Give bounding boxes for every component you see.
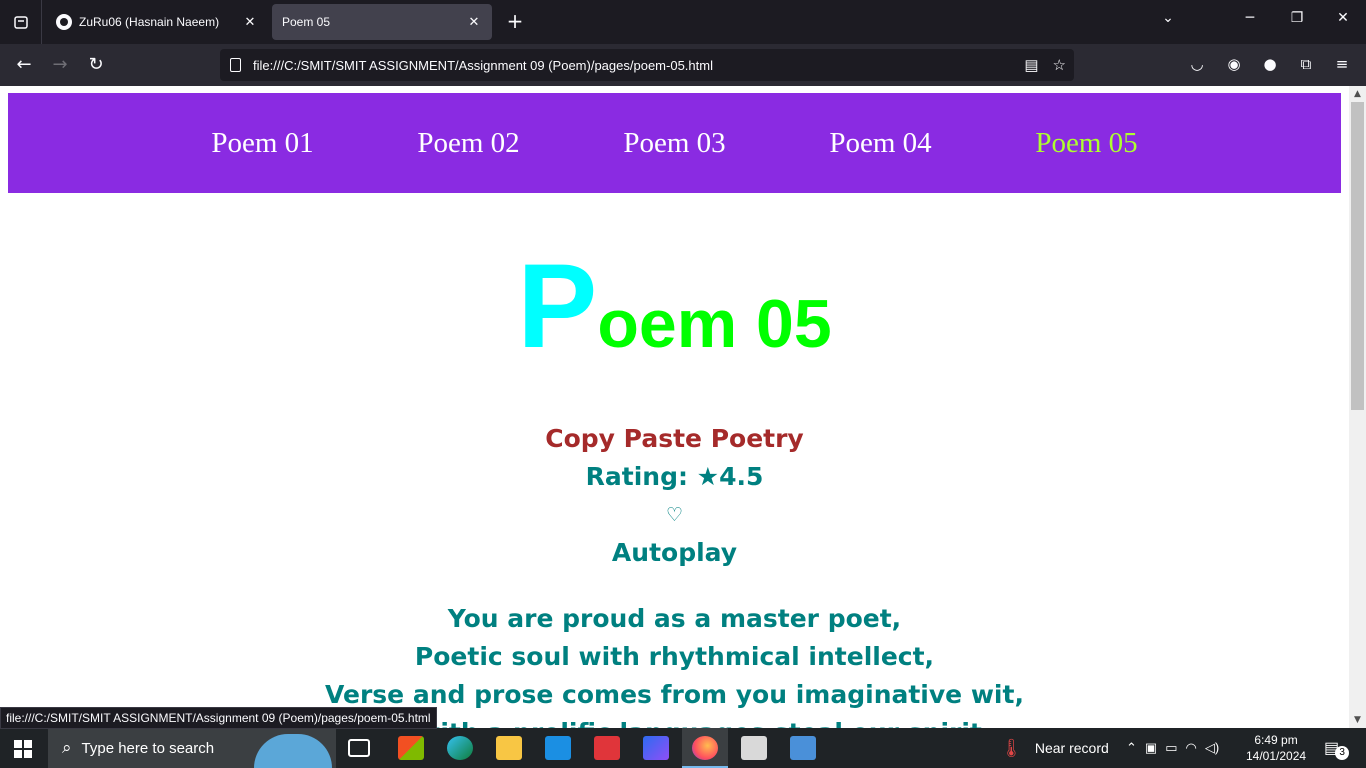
edge-icon[interactable] (447, 736, 473, 760)
gift-icon[interactable] (594, 736, 620, 760)
list-all-tabs-icon (13, 16, 28, 29)
search-highlight-image (254, 734, 332, 768)
windows-taskbar: ⌕ Type here to search 🌡 Near record ⌃ ▣ … (0, 728, 1366, 768)
clock-date: 14/01/2024 (1246, 749, 1307, 763)
url-text: file:///C:/SMIT/SMIT ASSIGNMENT/Assignme… (253, 57, 713, 73)
site-nav: Poem 01 Poem 02 Poem 03 Poem 04 Poem 05 (8, 93, 1341, 193)
page-title-rest: oem 05 (597, 286, 832, 362)
extensions-puzzle-icon[interactable]: ⧉ (1296, 55, 1316, 73)
close-window-button[interactable]: ✕ (1333, 10, 1353, 26)
thermometer-icon: 🌡 (1000, 737, 1023, 758)
page-title: Poem 05 (0, 246, 1349, 366)
poem-line: You are proud as a master poet, (447, 604, 902, 633)
taskbar-clock[interactable]: 6:49 pm 14/01/2024 (1246, 732, 1306, 764)
pocket-icon[interactable]: ◡ (1187, 55, 1207, 73)
microsoft-store-icon[interactable] (398, 736, 424, 760)
taskbar-search-box[interactable]: ⌕ Type here to search (48, 728, 336, 768)
page-icon (230, 58, 241, 72)
nav-link-poem-01[interactable]: Poem 01 (160, 127, 366, 160)
chevron-down-icon[interactable]: ⌄ (1158, 10, 1178, 26)
account-icon[interactable]: ◉ (1224, 55, 1244, 73)
reader-view-icon[interactable]: ▤ (1024, 56, 1038, 74)
autoplay-label[interactable]: Autoplay (0, 538, 1349, 567)
reload-button[interactable]: ↻ (84, 53, 108, 77)
copilot-icon[interactable] (643, 736, 669, 760)
weather-widget[interactable]: 🌡 Near record (1000, 728, 1109, 768)
scroll-up-arrow[interactable]: ▲ (1349, 86, 1366, 102)
windows-start-icon[interactable] (14, 740, 32, 758)
notifications-button[interactable]: ▤ 3 (1324, 728, 1350, 768)
url-bar[interactable]: file:///C:/SMIT/SMIT ASSIGNMENT/Assignme… (220, 49, 1074, 81)
scroll-down-arrow[interactable]: ▼ (1349, 712, 1366, 728)
heart-icon[interactable]: ♡ (0, 504, 1349, 526)
notification-count-badge: 3 (1335, 746, 1350, 760)
wifi-icon[interactable]: ◠ (1186, 740, 1197, 756)
nav-link-poem-04[interactable]: Poem 04 (778, 127, 984, 160)
browser-nav-bar: ← → ↻ file:///C:/SMIT/SMIT ASSIGNMENT/As… (0, 44, 1366, 86)
restore-button[interactable]: ❐ (1287, 10, 1307, 26)
search-icon: ⌕ (62, 738, 72, 757)
link-status-tooltip: file:///C:/SMIT/SMIT ASSIGNMENT/Assignme… (0, 707, 437, 729)
tab-title: Poem 05 (282, 15, 331, 29)
tab-github[interactable]: ZuRu06 (Hasnain Naeem) ✕ (46, 4, 268, 40)
vertical-scrollbar[interactable]: ▲ ▼ (1349, 86, 1366, 728)
browser-tab-bar: ZuRu06 (Hasnain Naeem) ✕ Poem 05 ✕ + ⌄ ─… (0, 0, 1366, 44)
nav-link-poem-05[interactable]: Poem 05 (984, 127, 1190, 160)
chevron-up-icon[interactable]: ⌃ (1126, 740, 1137, 756)
firefox-icon[interactable] (692, 736, 718, 760)
github-icon (56, 14, 72, 30)
tab-title: ZuRu06 (Hasnain Naeem) (79, 15, 220, 29)
page-title-initial: P (517, 239, 598, 373)
close-tab-icon[interactable]: ✕ (242, 14, 258, 30)
poem-rating: Rating: ★4.5 (585, 462, 764, 491)
back-button[interactable]: ← (12, 53, 36, 77)
close-tab-icon[interactable]: ✕ (466, 14, 482, 30)
new-tab-button[interactable]: + (504, 10, 526, 32)
task-view-icon[interactable] (348, 739, 370, 757)
notepad-app-icon[interactable] (741, 736, 767, 760)
nav-link-poem-02[interactable]: Poem 02 (366, 127, 572, 160)
minimize-button[interactable]: ─ (1240, 10, 1260, 26)
file-explorer-icon[interactable] (496, 736, 522, 760)
poem-author: Copy Paste Poetry (545, 424, 804, 453)
bookmark-star-icon[interactable]: ☆ (1053, 56, 1066, 74)
tab-poem-05[interactable]: Poem 05 ✕ (272, 4, 492, 40)
extension-color-icon[interactable]: ● (1260, 55, 1280, 73)
clock-time: 6:49 pm (1254, 733, 1298, 747)
battery-icon[interactable]: ▭ (1165, 740, 1177, 756)
forward-button[interactable]: → (48, 53, 72, 77)
volume-icon[interactable]: ◁) (1205, 740, 1219, 756)
menu-icon[interactable]: ≡ (1332, 55, 1352, 73)
network-adapter-icon[interactable]: ▣ (1145, 740, 1157, 756)
laptop-app-icon[interactable] (790, 736, 816, 760)
mail-icon[interactable] (545, 736, 571, 760)
system-tray: ⌃ ▣ ▭ ◠ ◁) (1126, 728, 1219, 768)
page-viewport: Poem 01 Poem 02 Poem 03 Poem 04 Poem 05 … (0, 86, 1366, 728)
scroll-thumb[interactable] (1351, 102, 1364, 410)
nav-link-poem-03[interactable]: Poem 03 (572, 127, 778, 160)
poem-line: Poetic soul with rhythmical intellect, (414, 642, 935, 671)
weather-text: Near record (1034, 740, 1109, 756)
tab-overview-button[interactable] (0, 0, 42, 44)
search-placeholder: Type here to search (81, 739, 215, 757)
